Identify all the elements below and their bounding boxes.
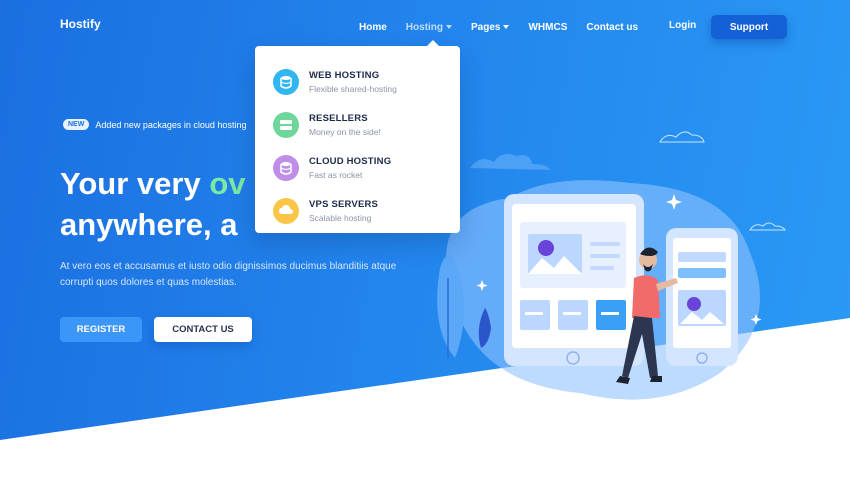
hero-illustration bbox=[437, 131, 786, 400]
hero-headline: Your very ov anywhere, a bbox=[60, 163, 246, 245]
dropdown-item-subtitle: Flexible shared-hosting bbox=[309, 83, 397, 94]
main-nav: Home Hosting Pages WHMCS Contact us bbox=[359, 14, 657, 40]
login-link[interactable]: Login bbox=[669, 20, 696, 31]
dropdown-item-web-hosting[interactable]: WEB HOSTING Flexible shared-hosting bbox=[273, 60, 442, 103]
headline-part: anywhere, a bbox=[60, 207, 238, 242]
dropdown-item-cloud-hosting[interactable]: CLOUD HOSTING Fast as rocket bbox=[273, 146, 442, 189]
server-icon bbox=[273, 68, 299, 95]
dropdown-item-resellers[interactable]: RESELLERS Money on the side! bbox=[273, 103, 442, 146]
register-button[interactable]: REGISTER bbox=[60, 317, 142, 342]
vps-icon bbox=[273, 197, 299, 224]
chevron-down-icon bbox=[446, 25, 453, 29]
dropdown-item-vps-servers[interactable]: VPS SERVERS Scalable hosting bbox=[273, 189, 442, 232]
new-badge: NEW bbox=[63, 119, 90, 130]
dropdown-item-subtitle: Fast as rocket bbox=[309, 169, 363, 180]
nav-home[interactable]: Home bbox=[359, 22, 387, 33]
dropdown-item-title: RESELLERS bbox=[309, 112, 368, 124]
brand-logo[interactable]: Hostify bbox=[60, 17, 101, 31]
dropdown-item-title: VPS SERVERS bbox=[309, 198, 379, 210]
hero-description: At vero eos et accusamus et iusto odio d… bbox=[60, 261, 397, 288]
support-button[interactable]: Support bbox=[711, 15, 787, 39]
nav-hosting[interactable]: Hosting bbox=[406, 22, 453, 33]
chevron-down-icon bbox=[503, 25, 510, 29]
announcement-bar[interactable]: NEW Added new packages in cloud hosting bbox=[63, 119, 246, 130]
dropdown-item-title: WEB HOSTING bbox=[309, 69, 380, 81]
headline-highlight: ov bbox=[209, 166, 246, 201]
headline-part: Your very bbox=[60, 166, 210, 201]
nav-contact[interactable]: Contact us bbox=[586, 22, 638, 33]
announcement-text: Added new packages in cloud hosting bbox=[95, 119, 247, 130]
contact-us-button[interactable]: CONTACT US bbox=[154, 317, 252, 342]
nav-pages[interactable]: Pages bbox=[471, 22, 510, 33]
reseller-icon bbox=[273, 111, 299, 138]
nav-whmcs[interactable]: WHMCS bbox=[528, 22, 567, 33]
dropdown-item-title: CLOUD HOSTING bbox=[309, 155, 392, 167]
cloud-icon bbox=[273, 154, 299, 181]
dropdown-item-subtitle: Money on the side! bbox=[309, 126, 381, 137]
dropdown-item-subtitle: Scalable hosting bbox=[309, 212, 372, 223]
hosting-dropdown-menu: WEB HOSTING Flexible shared-hosting RESE… bbox=[255, 40, 460, 233]
